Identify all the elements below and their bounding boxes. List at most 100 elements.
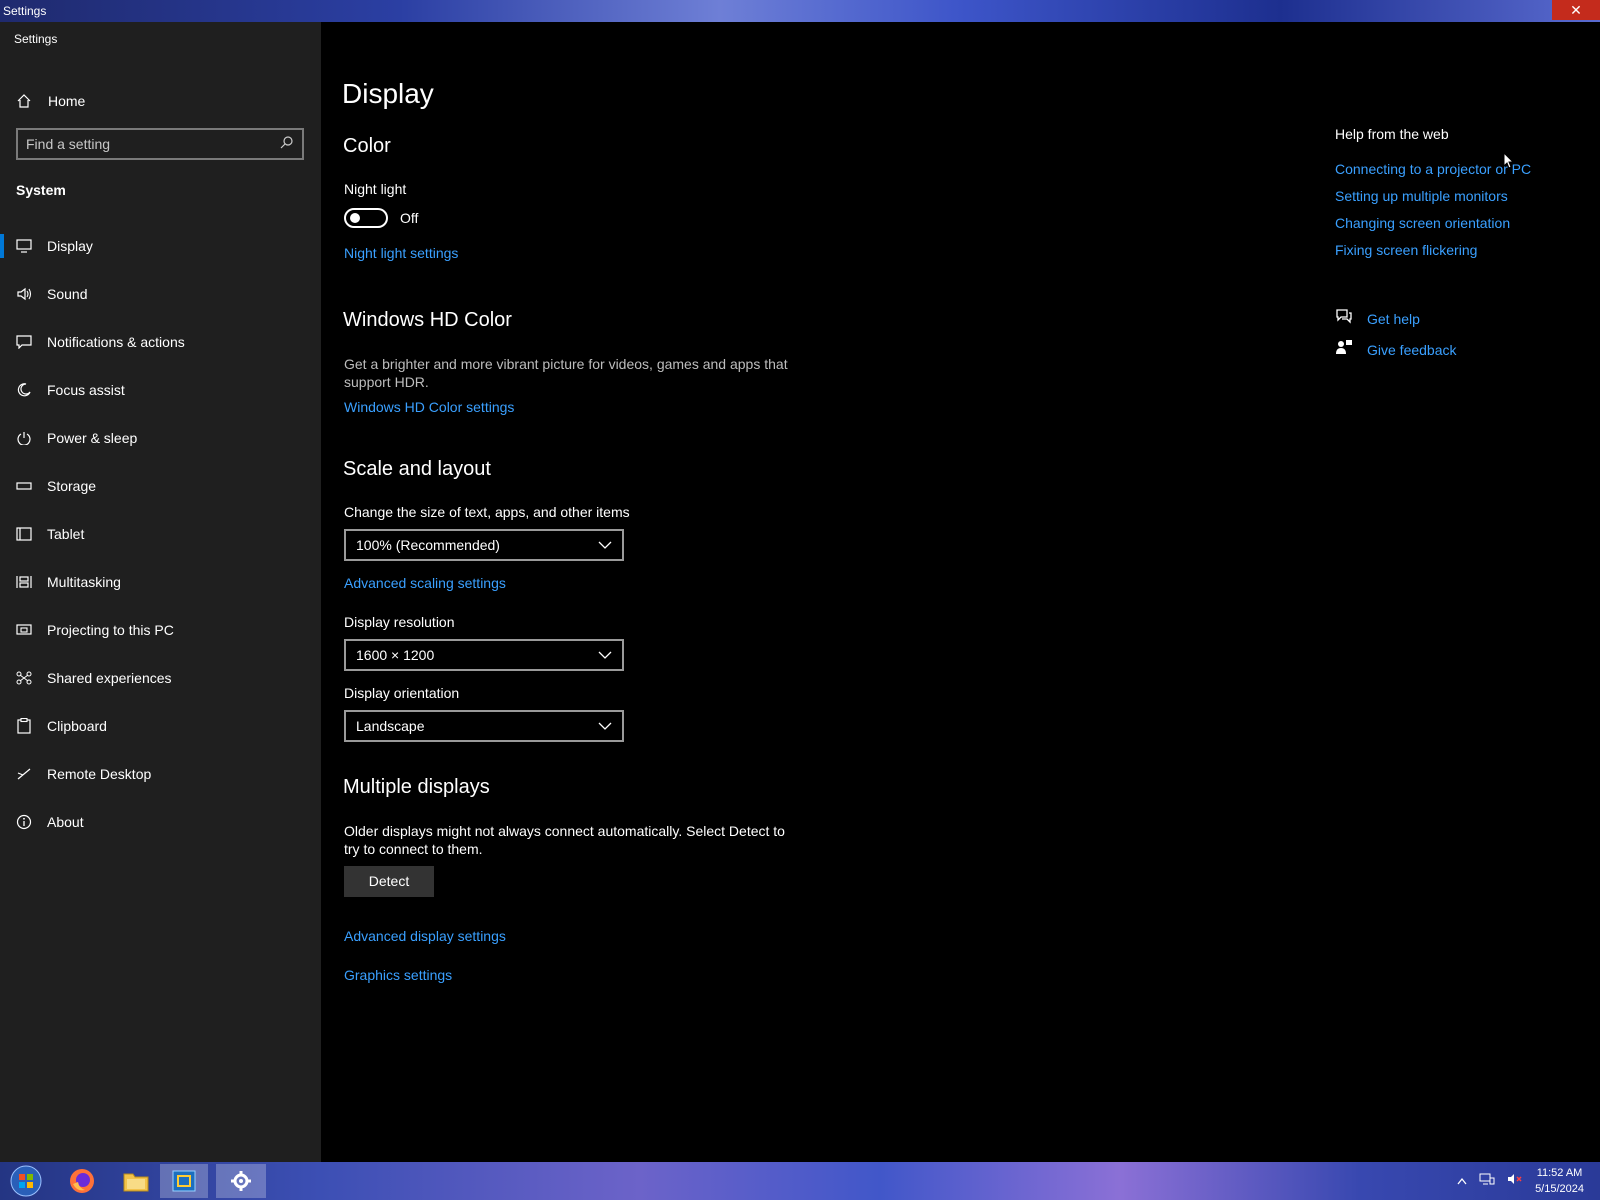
sidebar-item-storage[interactable]: Storage	[0, 462, 321, 510]
start-orb-icon[interactable]	[2, 1164, 50, 1198]
sidebar-item-label: Projecting to this PC	[47, 622, 174, 638]
multiple-displays-heading: Multiple displays	[343, 776, 490, 798]
resolution-dropdown-value: 1600 × 1200	[356, 647, 435, 663]
resolution-label: Display resolution	[344, 614, 455, 630]
firefox-icon[interactable]	[58, 1164, 106, 1198]
sidebar-item-label: Remote Desktop	[47, 766, 152, 782]
help-title: Help from the web	[1335, 126, 1449, 142]
sidebar-item-label: Storage	[47, 478, 97, 494]
window-title: Settings	[3, 4, 47, 18]
home-label: Home	[48, 93, 86, 109]
chevron-down-icon	[598, 646, 612, 664]
help-link-screen-orientation[interactable]: Changing screen orientation	[1335, 215, 1510, 231]
night-light-toggle[interactable]	[344, 208, 388, 228]
sidebar-item-label: Tablet	[47, 526, 85, 542]
sidebar: Settings Home System Display Sound	[0, 22, 321, 1162]
detect-button[interactable]: Detect	[344, 866, 434, 897]
monitor-icon	[0, 239, 47, 253]
give-feedback-label: Give feedback	[1367, 341, 1457, 358]
help-link-multiple-monitors[interactable]: Setting up multiple monitors	[1335, 188, 1508, 204]
size-label: Change the size of text, apps, and other…	[344, 504, 630, 520]
sidebar-item-display[interactable]: Display	[0, 222, 321, 270]
sidebar-item-label: Multitasking	[47, 574, 121, 590]
hdr-description: Get a brighter and more vibrant picture …	[344, 356, 788, 390]
color-heading: Color	[343, 135, 391, 157]
file-explorer-icon[interactable]	[112, 1164, 160, 1198]
get-help-icon	[1335, 308, 1353, 329]
home-icon	[0, 93, 48, 109]
sidebar-item-remote-desktop[interactable]: Remote Desktop	[0, 750, 321, 798]
sidebar-item-label: Shared experiences	[47, 670, 172, 686]
info-icon	[0, 814, 47, 830]
graphics-settings-link[interactable]: Graphics settings	[344, 967, 452, 983]
night-light-label: Night light	[344, 181, 407, 197]
speaker-icon	[0, 287, 47, 301]
network-icon[interactable]	[1479, 1172, 1495, 1191]
message-icon	[0, 335, 47, 349]
share-icon	[0, 671, 47, 685]
scale-dropdown[interactable]: 100% (Recommended)	[344, 529, 624, 561]
remote-icon	[0, 767, 47, 781]
clock-time: 11:52 AM	[1536, 1167, 1583, 1179]
sidebar-item-label: Notifications & actions	[47, 334, 185, 350]
clock[interactable]: 11:52 AM 5/15/2024	[1535, 1165, 1584, 1197]
orientation-label: Display orientation	[344, 685, 460, 701]
sidebar-item-clipboard[interactable]: Clipboard	[0, 702, 321, 750]
sidebar-item-label: About	[47, 814, 84, 830]
sidebar-item-sound[interactable]: Sound	[0, 270, 321, 318]
chevron-down-icon	[598, 717, 612, 735]
drive-icon	[0, 482, 47, 490]
scale-heading: Scale and layout	[343, 458, 491, 480]
system-tray: 11:52 AM 5/15/2024	[1457, 1162, 1584, 1200]
advanced-display-link[interactable]: Advanced display settings	[344, 928, 506, 944]
search-icon[interactable]	[280, 135, 294, 154]
project-icon	[0, 623, 47, 637]
sidebar-item-label: Focus assist	[47, 382, 125, 398]
get-help-label: Get help	[1367, 310, 1420, 327]
sidebar-nav: Display Sound Notifications & actions Fo…	[0, 222, 321, 846]
advanced-scaling-link[interactable]: Advanced scaling settings	[344, 575, 506, 591]
resolution-dropdown[interactable]: 1600 × 1200	[344, 639, 624, 671]
mouse-cursor-icon	[1503, 151, 1515, 175]
sidebar-item-label: Display	[47, 238, 93, 254]
volume-muted-icon[interactable]	[1507, 1172, 1523, 1191]
give-feedback-icon	[1335, 339, 1353, 360]
sidebar-item-about[interactable]: About	[0, 798, 321, 846]
close-button[interactable]: ✕	[1552, 0, 1600, 20]
help-link-screen-flickering[interactable]: Fixing screen flickering	[1335, 242, 1477, 258]
scale-dropdown-value: 100% (Recommended)	[356, 537, 500, 553]
moon-icon	[0, 383, 47, 397]
sidebar-item-label: Power & sleep	[47, 430, 138, 446]
chevron-up-icon[interactable]	[1457, 1172, 1467, 1190]
sidebar-item-multitasking[interactable]: Multitasking	[0, 558, 321, 606]
multiple-displays-description: Older displays might not always connect …	[344, 823, 785, 857]
get-help-item[interactable]: Get help	[1335, 308, 1420, 329]
taskbar: 11:52 AM 5/15/2024	[0, 1162, 1600, 1200]
help-link-projector[interactable]: Connecting to a projector or PC	[1335, 161, 1531, 177]
hdr-heading: Windows HD Color	[343, 309, 512, 331]
sidebar-item-tablet[interactable]: Tablet	[0, 510, 321, 558]
chevron-down-icon	[598, 536, 612, 554]
orientation-dropdown[interactable]: Landscape	[344, 710, 624, 742]
sidebar-item-label: Sound	[47, 286, 88, 302]
search-box[interactable]	[16, 128, 304, 160]
main-content: Display Color Night light Off Night ligh…	[321, 22, 1600, 1162]
sidebar-item-power-sleep[interactable]: Power & sleep	[0, 414, 321, 462]
give-feedback-item[interactable]: Give feedback	[1335, 339, 1457, 360]
remote-app-icon[interactable]	[160, 1164, 208, 1198]
window-title-bar: Settings ✕	[0, 0, 1600, 22]
sidebar-item-notifications[interactable]: Notifications & actions	[0, 318, 321, 366]
sidebar-item-label: Clipboard	[47, 718, 107, 734]
toggle-knob	[350, 213, 360, 223]
sidebar-item-focus-assist[interactable]: Focus assist	[0, 366, 321, 414]
search-input[interactable]	[26, 136, 280, 152]
settings-gear-icon[interactable]	[216, 1164, 266, 1198]
multitask-icon	[0, 575, 47, 589]
orientation-dropdown-value: Landscape	[356, 718, 425, 734]
hdr-settings-link[interactable]: Windows HD Color settings	[344, 399, 514, 415]
sidebar-item-projecting[interactable]: Projecting to this PC	[0, 606, 321, 654]
home-nav-item[interactable]: Home	[0, 84, 321, 118]
clipboard-icon	[0, 718, 47, 734]
sidebar-item-shared-experiences[interactable]: Shared experiences	[0, 654, 321, 702]
night-light-settings-link[interactable]: Night light settings	[344, 245, 458, 261]
